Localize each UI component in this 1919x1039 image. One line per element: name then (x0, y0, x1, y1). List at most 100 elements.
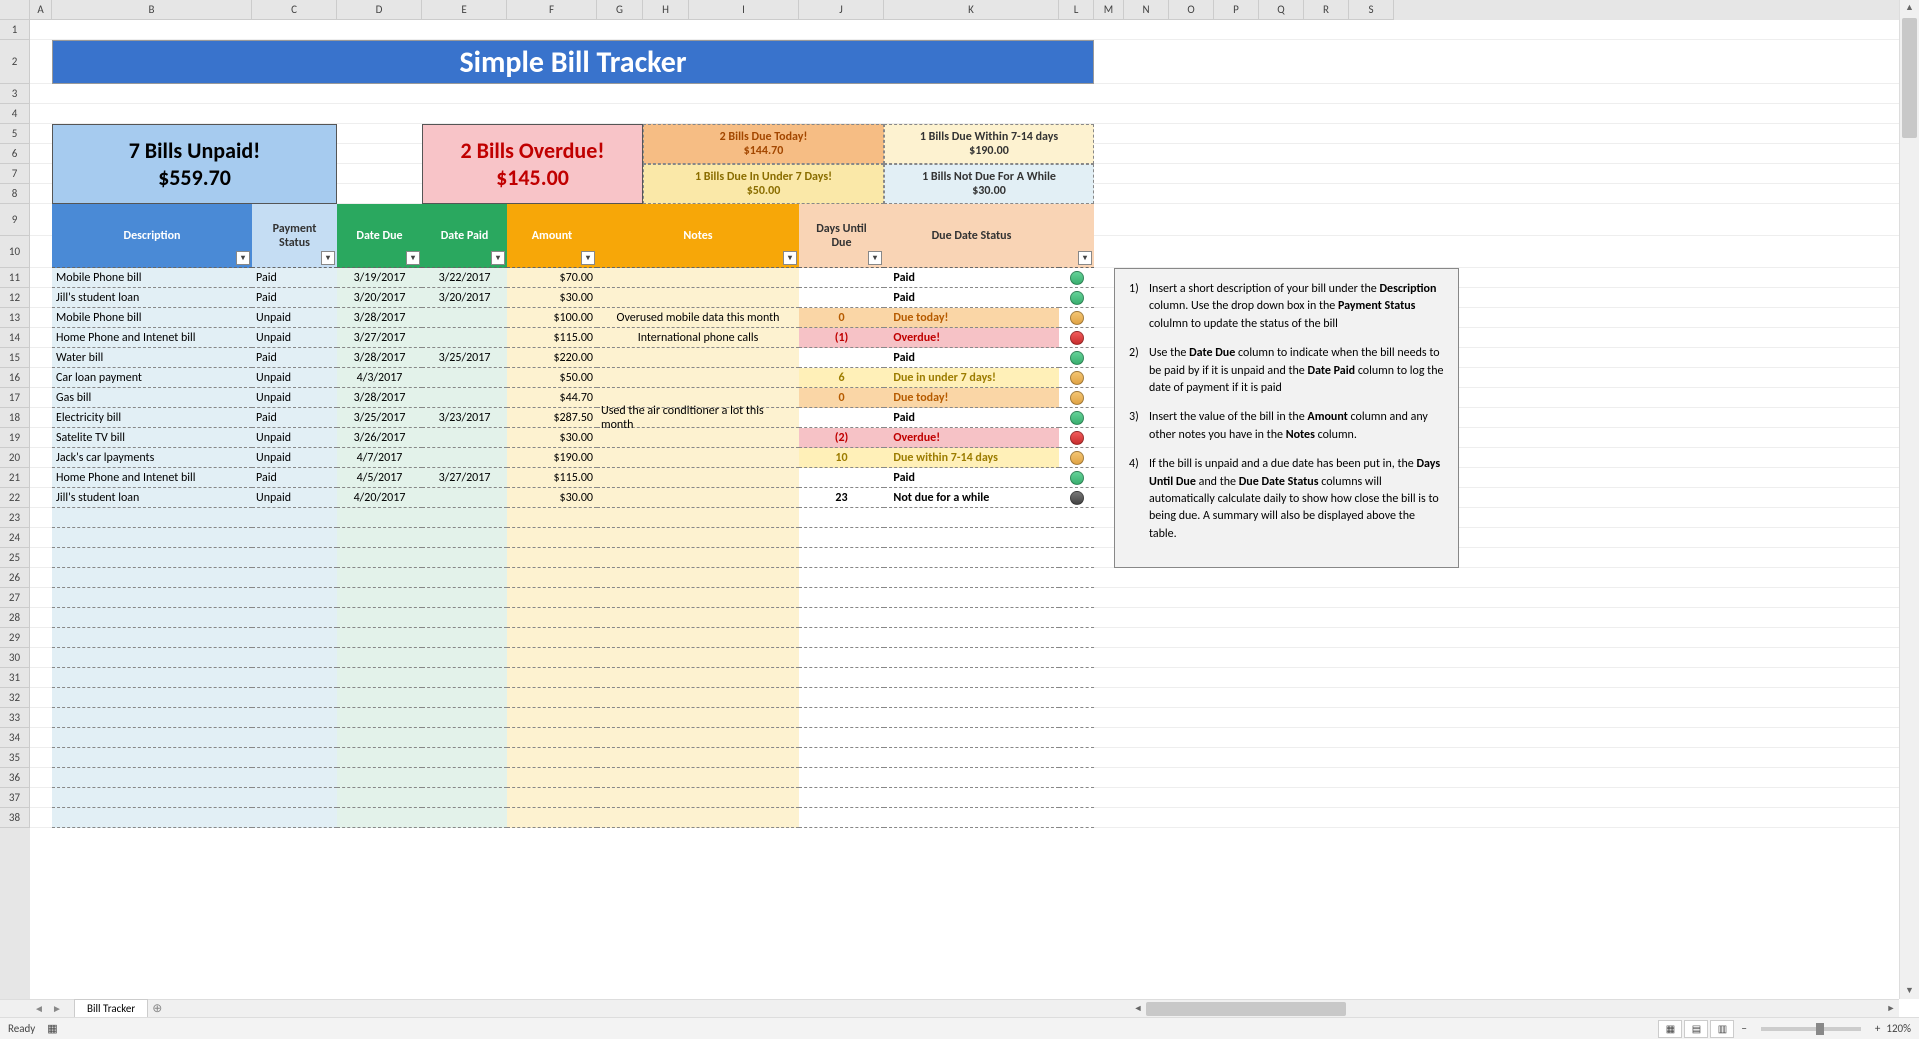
cell-paid-15[interactable]: 3/25/2017 (422, 348, 507, 368)
header-days-until-due[interactable]: Days UntilDue▾ (799, 204, 884, 268)
cell-amount-35[interactable] (507, 748, 597, 768)
cell-dstatus-23[interactable] (884, 508, 1059, 528)
cell-amount-22[interactable]: $30.00 (507, 488, 597, 508)
cell-dstatus-12[interactable]: Paid (884, 288, 1059, 308)
cell-desc-28[interactable] (52, 608, 252, 628)
cell-status-19[interactable]: Unpaid (252, 428, 337, 448)
vertical-scrollbar[interactable]: ▲ ▼ (1899, 0, 1919, 999)
cell-amount-36[interactable] (507, 768, 597, 788)
spreadsheet-grid[interactable]: Simple Bill Tracker7 Bills Unpaid!$559.7… (30, 20, 1899, 999)
cell-status-21[interactable]: Paid (252, 468, 337, 488)
cell-days-38[interactable] (799, 808, 884, 828)
cell-due-33[interactable] (337, 708, 422, 728)
row-header-15[interactable]: 15 (0, 348, 30, 368)
zoom-out-button[interactable]: − (1741, 1022, 1746, 1035)
cell-dstatus-11[interactable]: Paid (884, 268, 1059, 288)
cell-amount-30[interactable] (507, 648, 597, 668)
cell-notes-31[interactable] (597, 668, 799, 688)
cell-paid-34[interactable] (422, 728, 507, 748)
col-header-G[interactable]: G (597, 0, 643, 20)
cell-status-17[interactable]: Unpaid (252, 388, 337, 408)
cell-amount-38[interactable] (507, 808, 597, 828)
cell-paid-30[interactable] (422, 648, 507, 668)
row-header-29[interactable]: 29 (0, 628, 30, 648)
col-header-D[interactable]: D (337, 0, 422, 20)
row-header-14[interactable]: 14 (0, 328, 30, 348)
col-header-O[interactable]: O (1169, 0, 1214, 20)
cell-dstatus-13[interactable]: Due today! (884, 308, 1059, 328)
cell-desc-25[interactable] (52, 548, 252, 568)
cell-notes-28[interactable] (597, 608, 799, 628)
cell-dstatus-25[interactable] (884, 548, 1059, 568)
cell-days-27[interactable] (799, 588, 884, 608)
filter-dropdown-icon[interactable]: ▾ (581, 251, 595, 265)
col-header-F[interactable]: F (507, 0, 597, 20)
col-header-R[interactable]: R (1304, 0, 1349, 20)
col-header-I[interactable]: I (689, 0, 799, 20)
filter-dropdown-icon[interactable]: ▾ (1078, 251, 1092, 265)
cell-amount-21[interactable]: $115.00 (507, 468, 597, 488)
cell-desc-12[interactable]: Jill's student loan (52, 288, 252, 308)
cell-days-37[interactable] (799, 788, 884, 808)
cell-due-24[interactable] (337, 528, 422, 548)
row-header-8[interactable]: 8 (0, 184, 30, 204)
scroll-thumb-v[interactable] (1902, 18, 1917, 138)
cell-notes-26[interactable] (597, 568, 799, 588)
cell-dstatus-24[interactable] (884, 528, 1059, 548)
cell-desc-29[interactable] (52, 628, 252, 648)
cell-desc-24[interactable] (52, 528, 252, 548)
cell-status-28[interactable] (252, 608, 337, 628)
cell-paid-20[interactable] (422, 448, 507, 468)
filter-dropdown-icon[interactable]: ▾ (868, 251, 882, 265)
cell-dstatus-20[interactable]: Due within 7-14 days (884, 448, 1059, 468)
zoom-slider[interactable] (1761, 1027, 1861, 1031)
cell-days-35[interactable] (799, 748, 884, 768)
cell-desc-18[interactable]: Electricity bill (52, 408, 252, 428)
cell-status-12[interactable]: Paid (252, 288, 337, 308)
cell-due-37[interactable] (337, 788, 422, 808)
row-header-9[interactable]: 9 (0, 204, 30, 236)
cell-status-27[interactable] (252, 588, 337, 608)
cell-paid-31[interactable] (422, 668, 507, 688)
select-all-corner[interactable] (0, 0, 30, 20)
cell-amount-27[interactable] (507, 588, 597, 608)
cell-amount-17[interactable]: $44.70 (507, 388, 597, 408)
row-header-34[interactable]: 34 (0, 728, 30, 748)
col-header-B[interactable]: B (52, 0, 252, 20)
cell-notes-20[interactable] (597, 448, 799, 468)
cell-paid-16[interactable] (422, 368, 507, 388)
cell-desc-16[interactable]: Car loan payment (52, 368, 252, 388)
horizontal-scrollbar[interactable]: ◄ ► (1130, 999, 1899, 1017)
cell-dstatus-21[interactable]: Paid (884, 468, 1059, 488)
col-header-A[interactable]: A (30, 0, 52, 20)
cell-amount-13[interactable]: $100.00 (507, 308, 597, 328)
cell-notes-25[interactable] (597, 548, 799, 568)
cell-days-23[interactable] (799, 508, 884, 528)
scroll-left-arrow[interactable]: ◄ (1130, 1003, 1146, 1014)
row-header-28[interactable]: 28 (0, 608, 30, 628)
cell-desc-17[interactable]: Gas bill (52, 388, 252, 408)
cell-due-31[interactable] (337, 668, 422, 688)
cell-due-38[interactable] (337, 808, 422, 828)
cell-desc-34[interactable] (52, 728, 252, 748)
cell-amount-20[interactable]: $190.00 (507, 448, 597, 468)
cell-days-32[interactable] (799, 688, 884, 708)
row-header-22[interactable]: 22 (0, 488, 30, 508)
header-description[interactable]: Description▾ (52, 204, 252, 268)
scroll-up-arrow[interactable]: ▲ (1900, 0, 1919, 16)
cell-dstatus-38[interactable] (884, 808, 1059, 828)
cell-amount-32[interactable] (507, 688, 597, 708)
view-page-break-button[interactable]: ▥ (1710, 1020, 1734, 1038)
macro-record-icon[interactable]: ▦ (47, 1022, 57, 1035)
cell-due-19[interactable]: 3/26/2017 (337, 428, 422, 448)
filter-dropdown-icon[interactable]: ▾ (236, 251, 250, 265)
header-due-date-status[interactable]: Due Date Status (884, 204, 1059, 268)
row-header-13[interactable]: 13 (0, 308, 30, 328)
filter-dropdown-icon[interactable]: ▾ (406, 251, 420, 265)
cell-days-21[interactable] (799, 468, 884, 488)
cell-paid-12[interactable]: 3/20/2017 (422, 288, 507, 308)
cell-due-35[interactable] (337, 748, 422, 768)
cell-paid-18[interactable]: 3/23/2017 (422, 408, 507, 428)
cell-status-32[interactable] (252, 688, 337, 708)
cell-dstatus-37[interactable] (884, 788, 1059, 808)
